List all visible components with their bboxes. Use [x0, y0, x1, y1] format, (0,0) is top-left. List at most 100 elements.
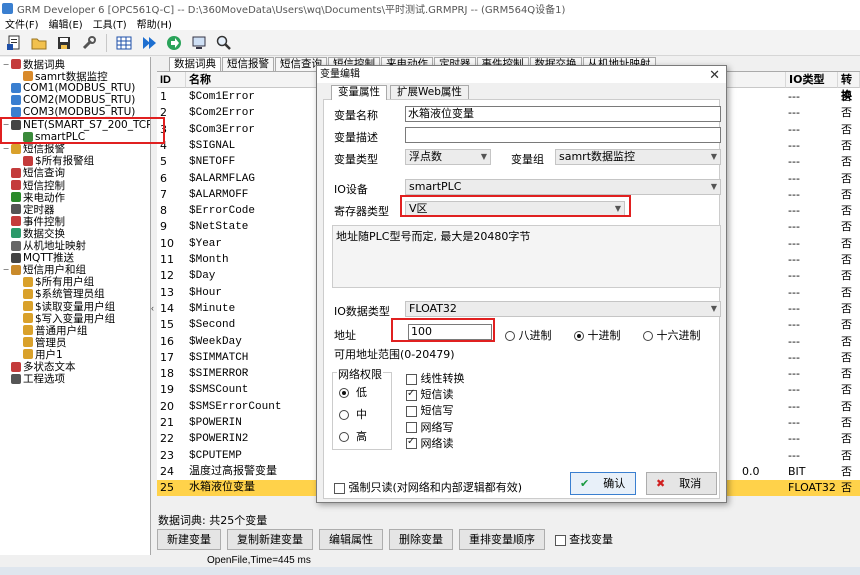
tab-1[interactable]: 短信报警: [222, 57, 274, 71]
tab-variable-properties[interactable]: 变量属性: [331, 85, 387, 100]
option-check-label: 短信写: [417, 404, 454, 418]
note-box: 地址随PLC型号而定, 最大是20480字节: [332, 225, 721, 288]
io-datatype-select[interactable]: FLOAT32 ▼: [405, 301, 721, 317]
option-checkbox[interactable]: [406, 436, 417, 450]
perm-low[interactable]: 低: [339, 384, 367, 400]
search-variable-box[interactable]: [555, 534, 566, 546]
perm-high[interactable]: 高: [339, 428, 367, 444]
readonly-option[interactable]: 强制只读(对网络和内部逻辑都有效): [334, 479, 522, 495]
collapse-toggle-icon[interactable]: −: [2, 144, 10, 153]
name-input[interactable]: 水箱液位变量: [405, 106, 721, 122]
wrench-icon[interactable]: [78, 32, 100, 54]
cell-convert: 否: [841, 448, 852, 462]
tree-item[interactable]: COM1(MODBUS_RTU): [2, 82, 135, 94]
option-check[interactable]: 短信写: [406, 402, 454, 418]
edit-properties-button[interactable]: 编辑属性: [319, 528, 383, 550]
tree-item[interactable]: 工程选项: [2, 373, 65, 385]
monitor-icon[interactable]: [188, 32, 210, 54]
tab-extended-web[interactable]: 扩展Web属性: [390, 85, 469, 99]
menu-file[interactable]: 文件(F): [0, 16, 44, 31]
cell-name: $ErrorCode: [189, 205, 256, 218]
option-checkbox[interactable]: [406, 388, 417, 401]
option-checkbox[interactable]: [406, 405, 417, 417]
cell-id: 13: [160, 285, 174, 299]
cell-name: 水箱液位变量: [189, 482, 255, 495]
type-select[interactable]: 浮点数 ▼: [405, 149, 491, 165]
cell-convert: 否: [841, 481, 852, 495]
collapse-arrow-icon[interactable]: ‹: [151, 303, 154, 313]
grid-icon[interactable]: [113, 32, 135, 54]
col-header-convert[interactable]: 转换: [838, 72, 860, 102]
radix-octal[interactable]: 八进制: [505, 327, 552, 343]
perm-high-radio[interactable]: [339, 432, 349, 442]
zoom-icon[interactable]: [213, 32, 235, 54]
mqtt-icon: [11, 252, 21, 263]
cell-name: $Minute: [189, 302, 236, 315]
new-variable-button[interactable]: 新建变量: [157, 528, 221, 550]
menu-edit[interactable]: 编辑(E): [44, 16, 88, 31]
cell-name: 温度过高报警变量: [189, 465, 277, 478]
perm-mid-radio[interactable]: [339, 410, 349, 420]
open-folder-icon[interactable]: [28, 32, 50, 54]
tree-item[interactable]: COM2(MODBUS_RTU): [2, 94, 135, 106]
col-header-io-type[interactable]: IO类型: [786, 72, 838, 88]
radix-octal-radio[interactable]: [505, 331, 515, 341]
option-checkbox[interactable]: [406, 373, 417, 385]
option-check[interactable]: 线性转换: [406, 370, 465, 386]
perm-mid[interactable]: 中: [339, 406, 367, 422]
radix-decimal-radio[interactable]: [574, 331, 584, 341]
option-checkbox[interactable]: [406, 422, 417, 434]
readonly-checkbox[interactable]: [334, 482, 345, 494]
network-permission-label: 网络权限: [337, 366, 383, 382]
tree-item[interactable]: samrt数据监控: [14, 70, 108, 83]
collapse-toggle-icon[interactable]: −: [2, 265, 10, 274]
cancel-button[interactable]: ✖ 取消: [646, 472, 717, 495]
menu-help[interactable]: 帮助(H): [132, 16, 177, 31]
register-type-label: 寄存器类型: [334, 205, 389, 218]
save-icon[interactable]: [53, 32, 75, 54]
cell-convert: 否: [841, 432, 852, 446]
com-icon: [11, 107, 21, 118]
search-variable-checkbox[interactable]: 查找变量: [555, 531, 613, 547]
option-check[interactable]: 短信读: [406, 386, 454, 402]
tab-0[interactable]: 数据词典: [169, 57, 221, 71]
collapse-toggle-icon[interactable]: −: [2, 60, 10, 69]
grp-icon: [23, 288, 33, 299]
forward-icon[interactable]: [163, 32, 185, 54]
group-select[interactable]: samrt数据监控 ▼: [555, 149, 721, 165]
ok-button[interactable]: ✔ 确认: [570, 472, 636, 495]
cell-convert: 否: [841, 90, 852, 103]
delete-variable-button[interactable]: 删除变量: [389, 528, 453, 550]
cell-convert: 否: [841, 399, 852, 413]
new-file-icon[interactable]: [3, 32, 25, 54]
reorder-variables-button[interactable]: 重排变量顺序: [459, 528, 545, 550]
search-variable-label: 查找变量: [569, 533, 614, 546]
desc-input[interactable]: [405, 127, 721, 143]
radix-hex-radio[interactable]: [643, 331, 653, 341]
col-header-id[interactable]: ID: [157, 72, 186, 88]
close-icon[interactable]: ✕: [709, 66, 720, 83]
cell-io-type: ---: [788, 350, 800, 364]
option-check[interactable]: 网络读: [406, 435, 454, 451]
app-icon: [2, 2, 13, 14]
chevron-down-icon: ▼: [710, 304, 717, 313]
cell-io-type: ---: [788, 367, 800, 381]
cross-icon: ✖: [656, 477, 666, 490]
radix-decimal[interactable]: 十进制: [574, 327, 621, 343]
db-icon: [23, 71, 33, 82]
cell-id: 8: [160, 204, 167, 218]
cell-io-type: ---: [788, 301, 800, 315]
radix-hex[interactable]: 十六进制: [643, 327, 701, 343]
io-datatype-label: IO数据类型: [334, 305, 390, 318]
option-check[interactable]: 网络写: [406, 419, 454, 435]
cancel-button-label: 取消: [679, 477, 702, 490]
sms-icon: [11, 167, 21, 178]
copy-new-variable-button[interactable]: 复制新建变量: [227, 528, 313, 550]
play-icon[interactable]: [138, 32, 160, 54]
perm-low-radio[interactable]: [339, 388, 349, 398]
io-device-select[interactable]: smartPLC ▼: [405, 179, 721, 195]
cell-convert: 否: [841, 334, 852, 348]
menu-tools[interactable]: 工具(T): [88, 16, 132, 31]
grp-icon: [23, 301, 33, 311]
cell-id: 7: [160, 187, 167, 201]
